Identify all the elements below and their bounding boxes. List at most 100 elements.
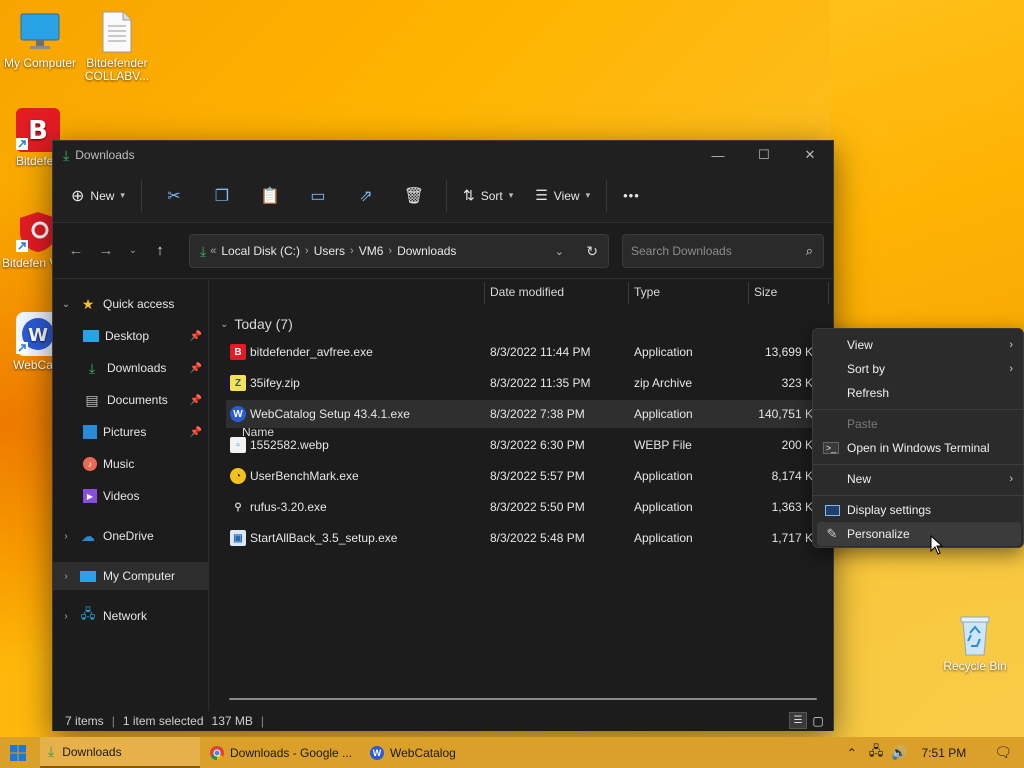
windows-logo-icon: [10, 744, 26, 761]
file-row[interactable]: B bitdefender_avfree.exe 8/3/2022 11:44 …: [226, 338, 833, 366]
status-item-count: 7 items: [65, 714, 104, 728]
search-input[interactable]: Search Downloads ⌕: [622, 234, 824, 268]
volume-icon[interactable]: 🔊: [891, 745, 907, 761]
star-icon: ★: [81, 295, 95, 312]
command-bar: ⊕ New ▾ ✂ ❐ 📋 ▭ ⇗ 🗑 ⇅ Sort ▾ ☰ View ▾ ••…: [53, 169, 833, 223]
file-row[interactable]: ▫ 1552582.webp 8/3/2022 6:30 PM WEBP Fil…: [226, 431, 833, 459]
address-bar[interactable]: ⤓ « Local Disk (C:) › Users › VM6 › Down…: [189, 234, 609, 268]
sort-button[interactable]: ⇅ Sort ▾: [455, 180, 521, 212]
nav-label: Documents: [107, 393, 168, 407]
nav-quick-access[interactable]: ⌄ ★ Quick access: [53, 290, 208, 318]
nav-my-computer[interactable]: › My Computer: [53, 562, 208, 590]
details-view-icon[interactable]: ☰: [789, 712, 807, 729]
menu-item-new[interactable]: New ›: [817, 467, 1021, 491]
desktop-icon-my-computer[interactable]: My Computer: [0, 10, 80, 70]
chevron-right-icon[interactable]: ›: [59, 571, 73, 582]
plus-circle-icon: ⊕: [71, 187, 85, 205]
breadcrumb-overflow[interactable]: «: [210, 245, 216, 257]
breadcrumb-vm6[interactable]: VM6: [359, 244, 384, 258]
menu-item-display-settings[interactable]: Display settings: [817, 498, 1021, 522]
column-divider[interactable]: [828, 282, 829, 304]
chevron-right-icon[interactable]: ›: [59, 611, 73, 622]
minimize-button[interactable]: —: [695, 141, 741, 169]
delete-button[interactable]: 🗑: [398, 180, 430, 212]
horizontal-scrollbar[interactable]: [229, 698, 817, 700]
menu-item-open-terminal[interactable]: >_ Open in Windows Terminal: [817, 436, 1021, 460]
close-button[interactable]: ✕: [787, 141, 833, 169]
status-selected-count: 1 item selected: [122, 714, 204, 728]
nav-desktop[interactable]: Desktop 📌: [53, 322, 208, 350]
share-button[interactable]: ⇗: [350, 180, 382, 212]
menu-item-refresh[interactable]: Refresh: [817, 381, 1021, 405]
group-header-today[interactable]: ⌄ Today (7): [220, 316, 293, 332]
file-row[interactable]: ⚲ rufus-3.20.exe 8/3/2022 5:50 PM Applic…: [226, 493, 833, 521]
breadcrumb-users[interactable]: Users: [314, 244, 345, 258]
column-divider[interactable]: [748, 282, 749, 304]
notifications-icon[interactable]: 🗨: [994, 744, 1012, 761]
sort-label: Sort: [480, 188, 503, 203]
cut-button[interactable]: ✂: [158, 180, 190, 212]
new-button[interactable]: ⊕ New ▾: [63, 180, 133, 212]
chevron-right-icon[interactable]: ›: [305, 245, 309, 257]
chevron-right-icon[interactable]: ›: [59, 531, 73, 542]
rename-button[interactable]: ▭: [302, 180, 334, 212]
back-button[interactable]: ←: [61, 236, 91, 266]
file-date: 8/3/2022 11:44 PM: [490, 345, 591, 359]
menu-item-sort-by[interactable]: Sort by ›: [817, 357, 1021, 381]
column-date[interactable]: Date modified: [490, 280, 564, 304]
menu-item-paste[interactable]: Paste: [817, 412, 1021, 436]
more-options-button[interactable]: •••: [615, 180, 648, 212]
nav-pictures[interactable]: Pictures 📌: [53, 418, 208, 446]
file-date: 8/3/2022 6:30 PM: [490, 438, 585, 452]
menu-item-personalize[interactable]: ✎ Personalize: [817, 522, 1021, 546]
network-icon[interactable]: 🖧: [869, 742, 884, 764]
search-icon[interactable]: ⌕: [806, 243, 813, 259]
breadcrumb-downloads[interactable]: Downloads: [397, 244, 456, 258]
clock[interactable]: 7:51 PM: [922, 746, 967, 760]
recycle-bin-icon: [953, 613, 997, 657]
nav-documents[interactable]: ▤ Documents 📌: [53, 386, 208, 414]
taskbar-item-chrome[interactable]: Downloads - Google ...: [204, 737, 360, 768]
desktop-icon-bitdefender-doc[interactable]: Bitdefender COLLABV...: [77, 10, 157, 83]
address-history-dropdown[interactable]: ⌄: [555, 245, 564, 258]
copy-button[interactable]: ❐: [206, 180, 238, 212]
paste-button[interactable]: 📋: [254, 180, 286, 212]
maximize-button[interactable]: ☐: [741, 141, 787, 169]
column-size[interactable]: Size: [754, 280, 777, 304]
nav-onedrive[interactable]: › ☁ OneDrive: [53, 522, 208, 550]
column-divider[interactable]: [484, 282, 485, 304]
breadcrumb-local-disk[interactable]: Local Disk (C:): [221, 244, 300, 258]
chevron-right-icon[interactable]: ›: [388, 245, 392, 257]
taskbar-item-webcatalog[interactable]: W WebCatalog: [364, 737, 484, 768]
start-button[interactable]: [6, 737, 30, 768]
chevron-up-icon[interactable]: ⌃: [847, 746, 857, 760]
nav-videos[interactable]: ▶ Videos: [53, 482, 208, 510]
recent-locations-button[interactable]: ⌄: [121, 236, 145, 266]
chevron-down-icon: ▾: [120, 190, 125, 200]
desktop-icon-recycle-bin[interactable]: Recycle Bin: [935, 613, 1015, 673]
new-label: New: [90, 188, 115, 203]
tiles-view-icon[interactable]: ▢: [809, 712, 827, 729]
up-button[interactable]: ↑: [145, 236, 175, 266]
refresh-icon[interactable]: ↻: [586, 243, 598, 260]
taskbar-item-downloads[interactable]: ⤓ Downloads: [40, 737, 200, 768]
forward-button[interactable]: →: [91, 236, 121, 266]
file-name: bitdefender_avfree.exe: [250, 345, 373, 359]
column-type[interactable]: Type: [634, 280, 660, 304]
chevron-down-icon[interactable]: ⌄: [59, 299, 73, 310]
file-row-selected[interactable]: W WebCatalog Setup 43.4.1.exe 8/3/2022 7…: [226, 400, 833, 428]
title-bar[interactable]: ⤓ Downloads — ☐ ✕: [53, 141, 833, 169]
chevron-right-icon[interactable]: ›: [350, 245, 354, 257]
file-row[interactable]: ▣ StartAllBack_3.5_setup.exe 8/3/2022 5:…: [226, 524, 833, 552]
pin-icon: 📌: [189, 426, 202, 438]
menu-item-view[interactable]: View ›: [817, 333, 1021, 357]
nav-music[interactable]: ♪ Music: [53, 450, 208, 478]
nav-downloads[interactable]: ⤓ Downloads 📌: [53, 354, 208, 382]
file-date: 8/3/2022 5:57 PM: [490, 469, 585, 483]
column-divider[interactable]: [628, 282, 629, 304]
nav-network[interactable]: › 🖧 Network: [53, 602, 208, 630]
file-row[interactable]: ◔ UserBenchMark.exe 8/3/2022 5:57 PM App…: [226, 462, 833, 490]
file-type: Application: [634, 500, 693, 514]
view-button[interactable]: ☰ View ▾: [527, 180, 598, 212]
file-row[interactable]: Z 35ifey.zip 8/3/2022 11:35 PM zip Archi…: [226, 369, 833, 397]
